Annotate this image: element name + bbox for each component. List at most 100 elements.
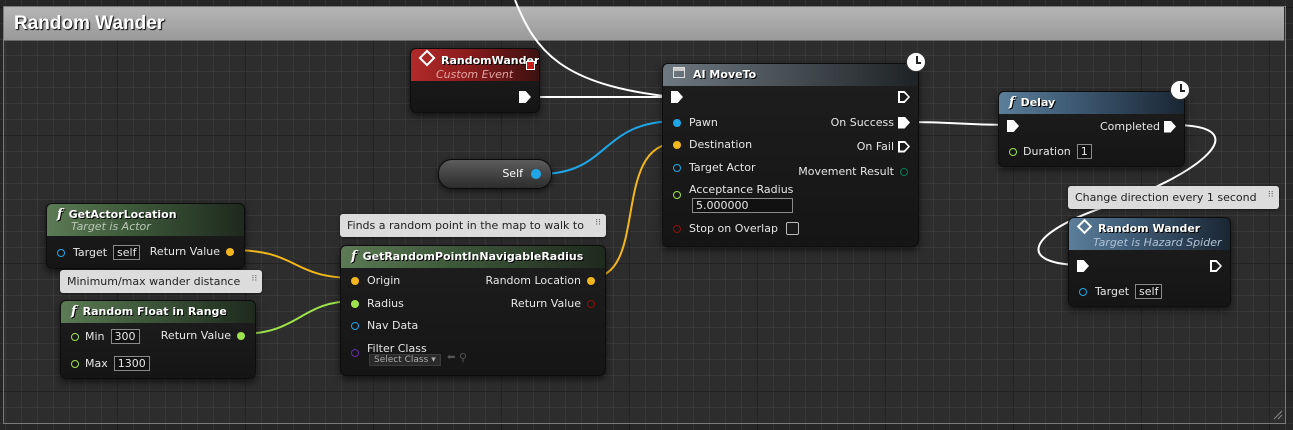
node-header: RandomWander Custom Event: [411, 49, 539, 81]
destination-pin[interactable]: Destination: [673, 138, 752, 151]
target-actor-pin[interactable]: Target Actor: [673, 161, 755, 174]
bool-pin-icon: [587, 299, 595, 308]
on-fail-pin[interactable]: On Fail: [857, 140, 910, 153]
max-pin[interactable]: Max 1300: [71, 356, 150, 371]
moveto-exec-out[interactable]: [898, 91, 910, 103]
acceptance-radius-group: Acceptance Radius 5.000000: [689, 183, 794, 213]
event-icon: [418, 49, 436, 67]
moveto-exec-in[interactable]: [671, 91, 683, 103]
event-exec-out[interactable]: [519, 91, 531, 103]
exec-pin-icon: [1007, 120, 1019, 132]
node-subtitle: Target is Actor: [71, 220, 151, 233]
node-header: f GetActorLocation Target is Actor: [47, 204, 244, 236]
float-pin-icon: [351, 299, 359, 308]
node-header: f Delay: [999, 92, 1184, 114]
radius-pin[interactable]: Radius: [351, 297, 404, 310]
float-pin-icon: [1009, 147, 1017, 156]
random-location-label: Random Location: [485, 274, 581, 287]
actorloc-target-pin[interactable]: Target self: [57, 245, 141, 260]
min-field[interactable]: 300: [110, 329, 140, 344]
nav-data-pin[interactable]: Nav Data: [351, 319, 418, 332]
max-field[interactable]: 1300: [113, 356, 150, 371]
function-icon: [673, 67, 685, 78]
return-value-label: Return Value: [160, 329, 231, 342]
min-pin[interactable]: Min 300: [71, 329, 140, 344]
node-title: f GetRandomPointInNavigableRadius: [351, 249, 584, 264]
comment-bubble-change-direction[interactable]: Change direction every 1 second ⁝⁝: [1068, 186, 1279, 209]
resize-grip-icon[interactable]: [1273, 410, 1283, 420]
stop-on-overlap-checkbox[interactable]: [785, 222, 799, 235]
self-output-pin[interactable]: [531, 169, 541, 179]
delay-node[interactable]: f Delay Completed Duration 1: [998, 91, 1185, 167]
function-icon: f: [71, 304, 77, 319]
wander-exec-out[interactable]: [1210, 260, 1222, 272]
on-success-label: On Success: [830, 116, 894, 129]
exec-pin-icon: [671, 91, 683, 103]
exec-pin-icon: [1210, 260, 1222, 272]
bool-pin-icon: [673, 224, 681, 233]
exec-pin-icon: [1164, 120, 1176, 133]
enum-pin-icon: [900, 167, 908, 176]
origin-pin[interactable]: Origin: [351, 274, 400, 287]
filter-class-select[interactable]: Select Class ▾: [369, 354, 441, 366]
node-title: RandomWander: [418, 49, 539, 67]
radius-label: Radius: [367, 297, 404, 310]
random-float-node[interactable]: f Random Float in Range Min 300 Max 1300 Re…: [60, 300, 256, 379]
acceptance-radius-field[interactable]: 5.000000: [692, 198, 794, 213]
bubble-text: Finds a random point in the map to walk …: [347, 219, 584, 232]
exec-pin-icon: [898, 140, 910, 153]
object-pin-icon: [673, 118, 681, 127]
dropdown-arrow-icon: ▾: [431, 355, 436, 365]
node-header: AI MoveTo: [663, 64, 918, 86]
random-wander-event-node[interactable]: RandomWander Custom Event: [410, 48, 540, 113]
pawn-pin[interactable]: Pawn: [673, 116, 718, 129]
duration-pin[interactable]: Duration 1: [1009, 144, 1092, 159]
get-actor-location-node[interactable]: f GetActorLocation Target is Actor Target…: [46, 203, 245, 269]
vector-pin-icon: [351, 276, 359, 285]
on-fail-label: On Fail: [856, 140, 894, 153]
latent-clock-icon: [906, 52, 926, 72]
function-icon: f: [351, 249, 357, 264]
wander-target-pin[interactable]: Target self: [1079, 284, 1163, 299]
node-header: f Random Float in Range: [61, 301, 255, 323]
target-label: Target: [73, 246, 108, 259]
filter-class-value: Select Class: [374, 355, 429, 365]
comment-bubble-wander-distance[interactable]: Minimum/max wander distance ⁝⁝: [60, 270, 263, 293]
browse-search-icon[interactable]: ⚲: [459, 351, 467, 364]
random-wander-call-node[interactable]: Random Wander Target is Hazard Spider Ta…: [1068, 217, 1231, 307]
duration-field[interactable]: 1: [1076, 144, 1092, 159]
stop-on-overlap-label: Stop on Overlap: [689, 222, 778, 235]
exec-pin-icon: [898, 91, 910, 103]
delegate-pin[interactable]: [526, 61, 535, 70]
completed-pin[interactable]: Completed: [1100, 120, 1176, 133]
object-pin-icon: [673, 163, 681, 172]
acceptance-radius-label: Acceptance Radius: [689, 183, 794, 196]
float-pin-icon: [673, 191, 681, 199]
min-label: Min: [85, 330, 105, 343]
movement-result-pin[interactable]: Movement Result: [798, 165, 908, 178]
stop-on-overlap-pin[interactable]: Stop on Overlap: [673, 222, 799, 235]
comment-bubble-find-point[interactable]: Finds a random point in the map to walk …: [340, 214, 606, 237]
use-selected-arrow-icon[interactable]: ⬅: [447, 352, 455, 363]
vector-pin-icon: [587, 276, 595, 285]
vector-pin-icon: [673, 140, 681, 149]
get-random-point-node[interactable]: f GetRandomPointInNavigableRadius Origin …: [340, 245, 606, 376]
actorloc-return-pin[interactable]: Return Value: [150, 245, 234, 258]
point-return-pin[interactable]: Return Value: [511, 297, 595, 310]
exec-pin-icon: [519, 91, 531, 103]
exec-pin-icon: [898, 116, 910, 129]
wire-float-radius: [239, 300, 356, 335]
self-node[interactable]: Self: [438, 159, 552, 189]
event-icon: [1076, 218, 1093, 235]
acceptance-radius-pin[interactable]: Acceptance Radius 5.000000: [673, 183, 794, 213]
float-return-pin[interactable]: Return Value: [161, 329, 245, 342]
destination-label: Destination: [689, 138, 753, 151]
bubble-expand-icon: ⁝⁝: [251, 274, 258, 284]
ai-moveto-node[interactable]: AI MoveTo Pawn Destination Target Actor …: [662, 63, 919, 247]
self-label: Self: [502, 167, 523, 180]
wander-exec-in[interactable]: [1077, 260, 1089, 272]
on-success-pin[interactable]: On Success: [831, 116, 910, 129]
random-location-pin[interactable]: Random Location: [485, 274, 595, 287]
object-pin-icon: [57, 248, 65, 257]
delay-exec-in[interactable]: [1007, 120, 1019, 132]
